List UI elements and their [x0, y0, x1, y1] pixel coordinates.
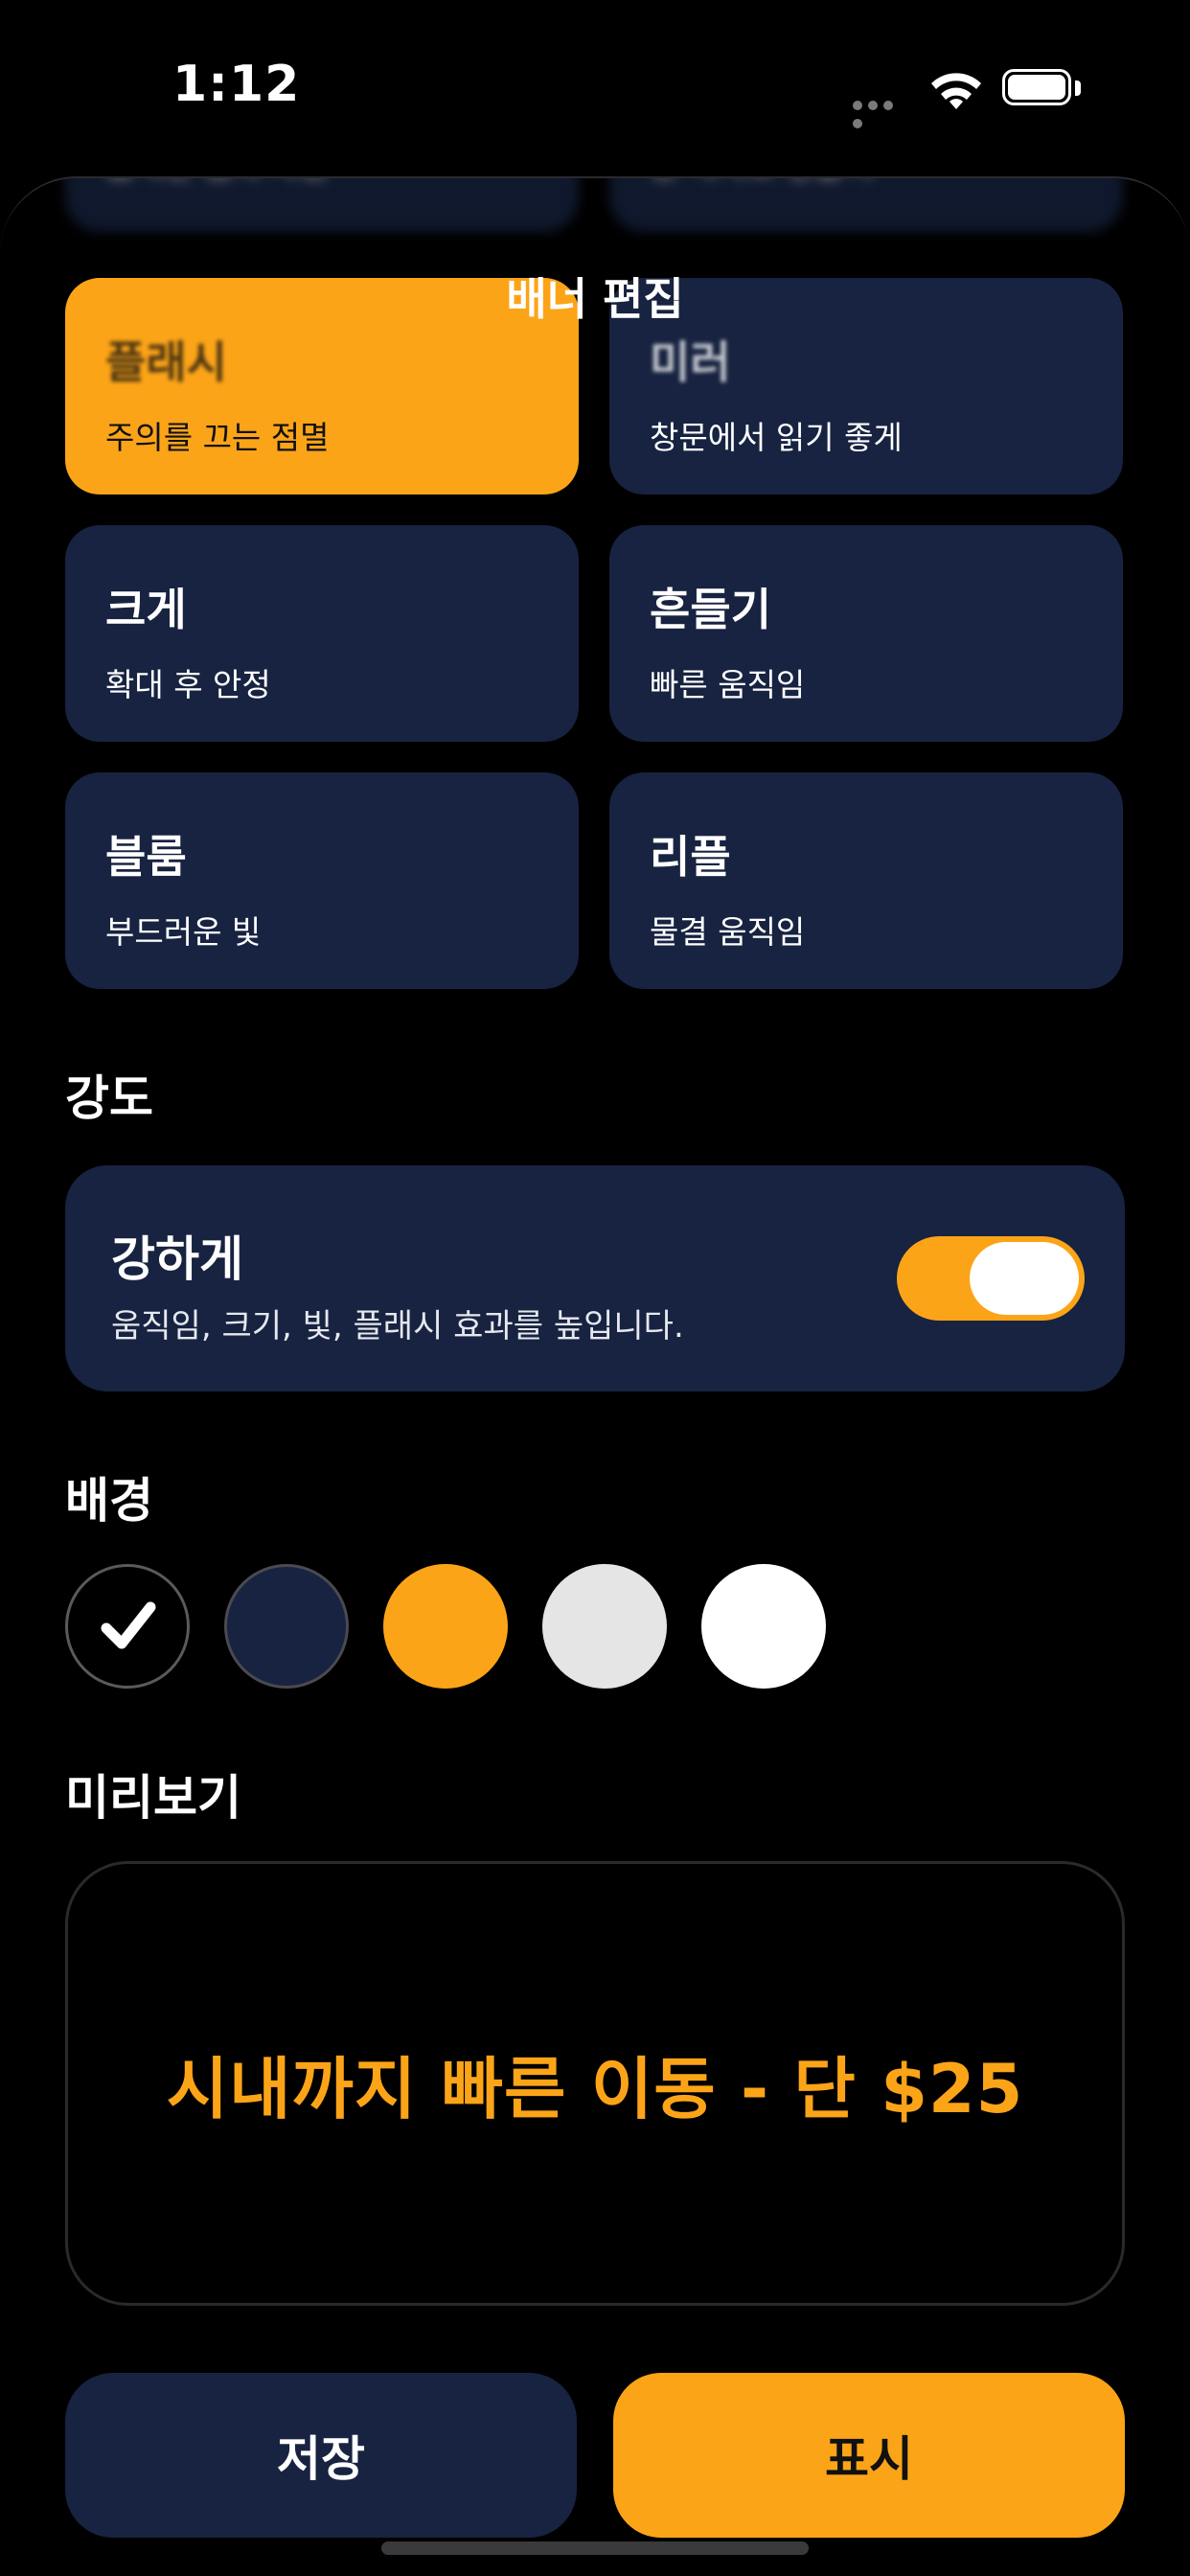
toggle-knob: [970, 1242, 1079, 1315]
wifi-icon: [931, 73, 981, 109]
effect-card-ripple[interactable]: 리플 물결 움직임: [609, 772, 1123, 989]
swatch-light-gray[interactable]: [542, 1564, 667, 1689]
effect-card-sub: 물결 움직임: [650, 913, 806, 951]
edit-banner-sheet: 배너 편집 움직인 점의 차원 한 박자로 만들어 플래시 주의를 끄는 점멸 …: [0, 176, 1190, 2576]
home-indicator: [381, 2542, 809, 2555]
preview-heading: 미리보기: [65, 1770, 241, 1826]
effect-card-partial-left[interactable]: 움직인 점의 차원: [65, 178, 579, 232]
effect-card-title: 플래시: [105, 336, 227, 388]
intensity-option-sub: 움직임, 크기, 빛, 플래시 효과를 높입니다.: [111, 1307, 684, 1346]
intensity-option-title: 강하게: [111, 1231, 243, 1287]
save-button[interactable]: 저장: [65, 2373, 577, 2538]
swatch-navy[interactable]: [224, 1564, 349, 1689]
effect-card-sub: 주의를 끄는 점멸: [105, 419, 330, 456]
effect-card-title: 블룸: [105, 831, 187, 883]
swatch-orange[interactable]: [383, 1564, 508, 1689]
effect-card-shake[interactable]: 흔들기 빠른 움직임: [609, 525, 1123, 742]
intensity-heading: 강도: [65, 1070, 153, 1126]
preview-banner-text: 시내까지 빠른 이동 - 단 $25: [166, 2049, 1024, 2128]
effect-card-sub: 빠른 움직임: [650, 666, 806, 703]
effect-card-sub: 창문에서 읽기 좋게: [650, 419, 903, 456]
sheet-scroll-content[interactable]: 배너 편집 움직인 점의 차원 한 박자로 만들어 플래시 주의를 끄는 점멸 …: [0, 178, 1190, 2576]
status-bar: 1:12: [0, 0, 1190, 172]
effect-card-sub: 부드러운 빛: [105, 913, 262, 951]
swatch-black[interactable]: [65, 1564, 190, 1689]
intensity-row: 강하게 움직임, 크기, 빛, 플래시 효과를 높입니다.: [65, 1165, 1125, 1392]
effect-card-grow[interactable]: 크게 확대 후 안정: [65, 525, 579, 742]
effect-card-bloom[interactable]: 블룸 부드러운 빛: [65, 772, 579, 989]
effect-card-title: 미러: [650, 336, 731, 388]
cellular-signal-icon: [853, 96, 912, 128]
banner-preview: 시내까지 빠른 이동 - 단 $25: [65, 1861, 1125, 2306]
battery-icon: [1002, 67, 1085, 111]
swatch-white[interactable]: [701, 1564, 826, 1689]
effect-card-sub: 한 박자로 만들어: [650, 178, 1123, 186]
intensity-toggle[interactable]: [897, 1236, 1085, 1321]
checkmark-icon: [101, 1601, 156, 1649]
effect-card-title: 리플: [650, 831, 731, 883]
background-heading: 배경: [65, 1473, 153, 1529]
show-button[interactable]: 표시: [613, 2373, 1125, 2538]
nav-title: 배너 편집: [506, 273, 684, 325]
effect-card-sub: 확대 후 안정: [105, 666, 271, 703]
effect-card-sub: 움직인 점의 차원: [105, 178, 579, 186]
effect-card-title: 크게: [105, 584, 187, 635]
effect-card-partial-right[interactable]: 한 박자로 만들어: [609, 178, 1123, 232]
effect-card-title: 흔들기: [650, 584, 771, 635]
status-time: 1:12: [172, 56, 301, 113]
